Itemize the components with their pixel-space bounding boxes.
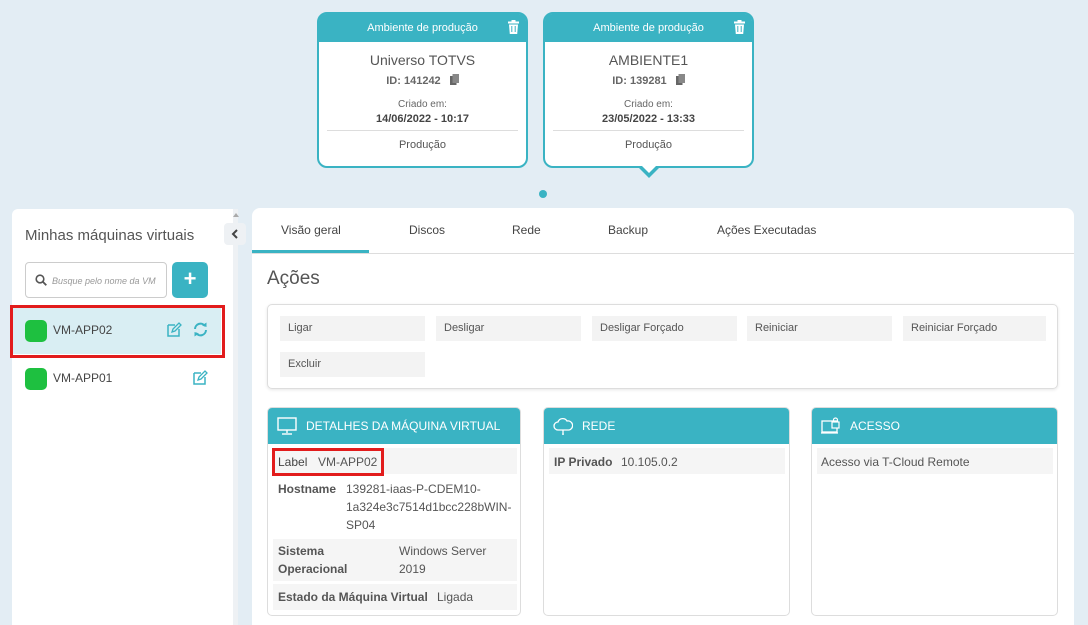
environment-id-value: ID: 141242 xyxy=(386,75,441,87)
trash-icon[interactable] xyxy=(734,20,745,34)
search-icon xyxy=(35,274,47,286)
os-value: 2019 xyxy=(399,562,426,576)
environment-card[interactable]: Ambiente de produção Universo TOTVS ID: … xyxy=(317,12,528,168)
ip-value: 10.105.0.2 xyxy=(621,455,678,469)
tab-network[interactable]: Rede xyxy=(512,223,541,237)
detail-row-os: Sistema Operacional Windows Server 2019 xyxy=(273,539,517,581)
power-on-button[interactable]: Ligar xyxy=(280,316,425,341)
detail-row-state: Estado da Máquina Virtual Ligada xyxy=(273,584,517,610)
tab-executed-actions[interactable]: Ações Executadas xyxy=(717,223,816,237)
vm-name: VM-APP01 xyxy=(53,371,113,385)
selection-pointer xyxy=(637,163,661,178)
highlight-box xyxy=(10,305,225,358)
state-key: Estado da Máquina Virtual xyxy=(278,590,428,604)
actions-title: Ações xyxy=(267,268,320,289)
cloud-icon xyxy=(553,417,573,435)
force-restart-button[interactable]: Reiniciar Forçado xyxy=(903,316,1046,341)
detail-row-hostname: Hostname 139281-iaas-P-CDEM10- 1a324e3c7… xyxy=(273,478,517,536)
network-row-ip: IP Privado 10.105.0.2 xyxy=(549,448,785,474)
scroll-up-icon[interactable] xyxy=(233,213,239,217)
restart-button[interactable]: Reiniciar xyxy=(747,316,892,341)
vm-list-item[interactable]: VM-APP01 xyxy=(12,356,221,402)
environment-name: Universo TOTVS xyxy=(369,52,476,68)
ip-key: IP Privado xyxy=(554,455,613,469)
hostname-key: Hostname xyxy=(278,482,337,496)
card-header: ACESSO xyxy=(812,408,1057,444)
environment-type: Produção xyxy=(398,139,447,151)
environment-created-date: 23/05/2022 - 13:33 xyxy=(602,113,695,125)
carousel-dot[interactable] xyxy=(539,190,547,198)
environment-type: Produção xyxy=(624,139,673,151)
environment-id-value: ID: 139281 xyxy=(612,75,667,87)
vm-sidebar: Minhas máquinas virtuais + VM-APP02 xyxy=(12,209,246,625)
vm-search-input[interactable] xyxy=(52,272,164,290)
vm-status-indicator xyxy=(25,368,47,390)
tab-overview[interactable]: Visão geral xyxy=(281,223,341,237)
card-title: REDE xyxy=(582,419,616,433)
tab-disks[interactable]: Discos xyxy=(409,223,445,237)
environment-card-header: Ambiente de produção xyxy=(545,14,752,42)
lock-icon xyxy=(821,417,840,434)
environment-id: ID: 139281 xyxy=(545,74,752,87)
hostname-value: 1a324e3c7514d1bcc228bWIN- xyxy=(346,500,512,514)
environment-header-label: Ambiente de produção xyxy=(593,22,704,34)
access-card: ACESSO Acesso via T-Cloud Remote xyxy=(811,407,1058,616)
add-vm-button[interactable]: + xyxy=(172,262,208,298)
card-header: REDE xyxy=(544,408,789,444)
vm-details-card: DETALHES DA MÁQUINA VIRTUAL Label VM-APP… xyxy=(267,407,521,616)
state-value: Ligada xyxy=(437,590,474,604)
environment-card-header: Ambiente de produção xyxy=(319,14,526,42)
copy-icon[interactable] xyxy=(675,74,685,85)
card-header: DETALHES DA MÁQUINA VIRTUAL xyxy=(268,408,520,444)
active-tab-indicator xyxy=(252,250,369,253)
monitor-icon xyxy=(277,417,297,435)
hostname-value: 139281-iaas-P-CDEM10- xyxy=(346,482,481,496)
environment-id: ID: 141242 xyxy=(319,74,526,87)
os-value: Windows Server xyxy=(399,544,487,558)
hostname-value: SP04 xyxy=(346,518,376,532)
os-key: Operacional xyxy=(278,562,348,576)
actions-panel: Ligar Desligar Desligar Forçado Reinicia… xyxy=(267,304,1058,389)
chevron-left-icon xyxy=(231,229,238,239)
environment-header-label: Ambiente de produção xyxy=(367,22,478,34)
card-title: DETALHES DA MÁQUINA VIRTUAL xyxy=(306,419,501,433)
environment-created-date: 14/06/2022 - 10:17 xyxy=(376,113,469,125)
environment-created-label: Criado em: xyxy=(398,99,447,110)
edit-icon[interactable] xyxy=(192,370,208,386)
highlight-box xyxy=(272,448,384,476)
environment-created-label: Criado em: xyxy=(624,99,673,110)
tab-bar: Visão geral Discos Rede Backup Ações Exe… xyxy=(252,208,1074,254)
scrollbar[interactable] xyxy=(233,209,238,625)
access-method: Acesso via T-Cloud Remote xyxy=(821,455,970,469)
trash-icon[interactable] xyxy=(508,20,519,34)
os-key: Sistema xyxy=(278,544,325,558)
force-shutdown-button[interactable]: Desligar Forçado xyxy=(592,316,737,341)
vm-main-panel: Visão geral Discos Rede Backup Ações Exe… xyxy=(252,208,1074,625)
access-row: Acesso via T-Cloud Remote xyxy=(817,448,1053,474)
divider xyxy=(327,130,518,131)
tab-backup[interactable]: Backup xyxy=(608,223,648,237)
collapse-sidebar-button[interactable] xyxy=(224,223,246,245)
copy-icon[interactable] xyxy=(449,74,459,85)
shutdown-button[interactable]: Desligar xyxy=(436,316,581,341)
environment-card-selected[interactable]: Ambiente de produção AMBIENTE1 ID: 13928… xyxy=(543,12,754,178)
card-title: ACESSO xyxy=(850,419,901,433)
delete-button[interactable]: Excluir xyxy=(280,352,425,377)
network-card: REDE IP Privado 10.105.0.2 xyxy=(543,407,790,616)
vm-search-box[interactable] xyxy=(25,262,167,298)
sidebar-title: Minhas máquinas virtuais xyxy=(25,227,195,244)
environment-name: AMBIENTE1 xyxy=(608,52,689,68)
divider xyxy=(553,130,744,131)
